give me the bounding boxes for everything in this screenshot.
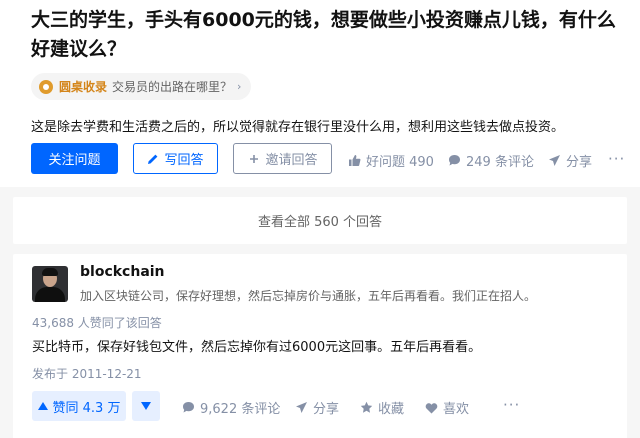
invite-answer-button[interactable]: 邀请回答 <box>233 143 332 174</box>
publish-date[interactable]: 发布于 2011-12-21 <box>32 365 142 382</box>
author-name[interactable]: blockchain <box>80 264 165 280</box>
share-icon <box>549 155 560 166</box>
write-answer-label: 写回答 <box>164 153 204 168</box>
question-detail: 这是除去学费和生活费之后的，所以觉得就存在银行里没什么用，想利用这些钱去做点投资… <box>31 120 565 135</box>
answer-comments-label: 9,622 条评论 <box>200 402 281 417</box>
good-question-label: 好问题 490 <box>366 155 434 170</box>
vote-up-button[interactable]: 赞同 4.3 万 <box>32 391 126 421</box>
roundtable-icon <box>39 79 53 94</box>
question-share-label: 分享 <box>566 155 593 170</box>
view-all-answers-link[interactable]: 查看全部 560 个回答 <box>13 197 627 244</box>
write-answer-button[interactable]: 写回答 <box>133 143 218 174</box>
like-button[interactable]: 喜欢 <box>425 398 469 417</box>
comment-icon <box>449 155 460 166</box>
more-options-icon[interactable]: ··· <box>503 396 520 414</box>
answer-share-button[interactable]: 分享 <box>295 398 339 417</box>
vote-summary: 43,688 人赞同了该回答 <box>32 316 162 330</box>
share-icon <box>296 402 307 413</box>
question-share-button[interactable]: 分享 <box>548 151 592 170</box>
pencil-icon <box>148 154 158 164</box>
question-comments-label: 249 条评论 <box>466 155 534 170</box>
heart-icon <box>425 402 438 413</box>
collection-name: 圆桌收录 <box>59 80 108 94</box>
comment-icon <box>183 402 194 413</box>
favorite-label: 收藏 <box>378 402 405 417</box>
more-options-icon[interactable]: ··· <box>608 150 625 168</box>
question-comments-button[interactable]: 249 条评论 <box>448 151 534 170</box>
answer-content: 买比特币，保存好钱包文件，然后忘掉你有过6000元这回事。五年后再看看。 <box>32 340 482 355</box>
follow-question-label: 关注问题 <box>48 153 101 168</box>
answer-card: blockchain 加入区块链公司，保存好理想，然后忘掉房价与通胀，五年后再看… <box>13 254 627 438</box>
vote-down-button[interactable] <box>132 391 160 421</box>
question-title[interactable]: 大三的学生，手头有6000元的钱，想要做些小投资赚点儿钱，有什么好建议么？ <box>31 6 631 64</box>
collection-title: 交易员的出路在哪里？ <box>112 80 233 94</box>
star-icon <box>360 401 373 413</box>
chevron-right-icon: › <box>237 80 242 93</box>
question-card: 大三的学生，手头有6000元的钱，想要做些小投资赚点儿钱，有什么好建议么？ 圆桌… <box>0 0 640 187</box>
author-bio: 加入区块链公司，保存好理想，然后忘掉房价与通胀，五年后再看看。我们正在招人。 <box>80 289 537 303</box>
triangle-up-icon <box>37 402 48 410</box>
good-question-button[interactable]: 好问题 490 <box>348 151 434 170</box>
thumbs-up-icon <box>349 155 361 166</box>
follow-question-button[interactable]: 关注问题 <box>31 143 118 174</box>
view-all-answers-label: 查看全部 560 个回答 <box>257 215 383 230</box>
add-user-icon <box>250 154 259 163</box>
answer-share-label: 分享 <box>313 402 340 417</box>
vote-up-label: 赞同 4.3 万 <box>52 400 121 416</box>
answer-comments-button[interactable]: 9,622 条评论 <box>182 398 280 417</box>
invite-answer-label: 邀请回答 <box>265 153 318 168</box>
avatar[interactable] <box>32 266 68 302</box>
roundtable-collection-chip[interactable]: 圆桌收录 交易员的出路在哪里？ › <box>31 73 252 100</box>
triangle-down-icon <box>141 402 151 410</box>
favorite-button[interactable]: 收藏 <box>360 398 404 417</box>
like-label: 喜欢 <box>443 402 470 417</box>
